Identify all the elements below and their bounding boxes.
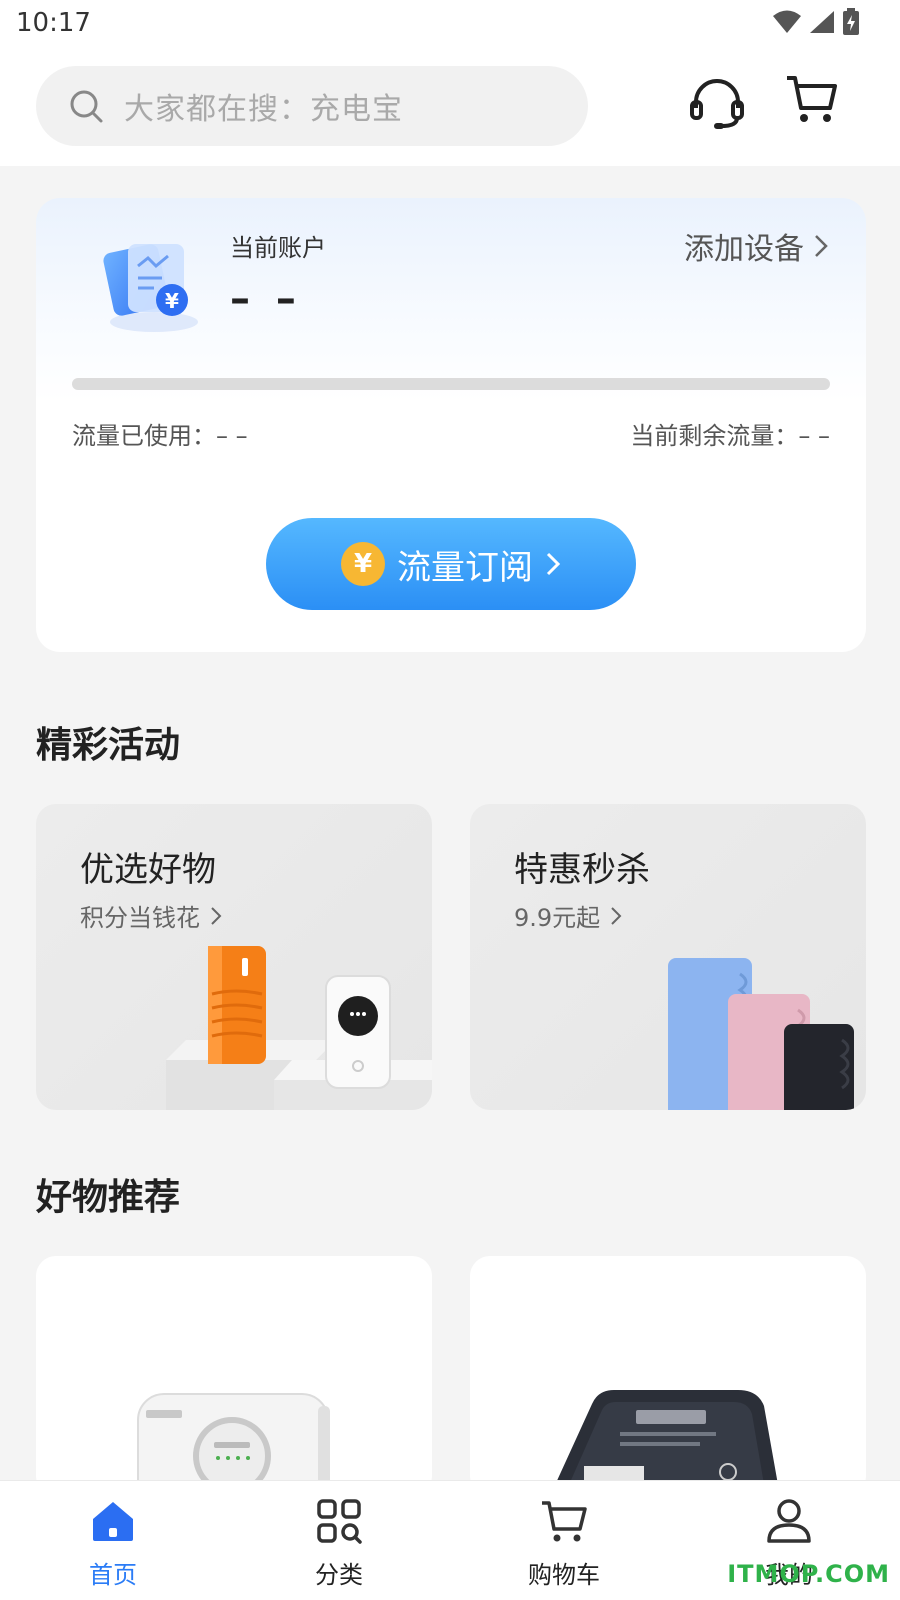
account-card: ¥ 当前账户 – – 添加设备 流量已使用：– – 当前剩余流量：– – ¥ 流… [36, 198, 866, 652]
product-card-power-bank[interactable] [470, 1256, 866, 1496]
status-icons [772, 8, 860, 36]
headset-icon[interactable] [688, 74, 746, 132]
promo-card-flash-sale[interactable]: 特惠秒杀 9.9元起 [470, 804, 866, 1110]
status-time: 10:17 [16, 8, 91, 38]
search-placeholder: 大家都在搜：充电宝 [124, 92, 403, 127]
activities-title: 精彩活动 [36, 725, 181, 766]
recommend-title: 好物推荐 [36, 1177, 181, 1218]
watermark: ITMOP.COM [727, 1560, 890, 1588]
power-bank-product-image [166, 946, 432, 1110]
nav-item-category[interactable]: 分类 [259, 1481, 419, 1600]
chevron-right-icon [546, 552, 561, 576]
signal-icon [810, 11, 834, 33]
cart-icon[interactable] [784, 72, 840, 128]
battery-icon [843, 8, 859, 35]
used-traffic-text: 流量已使用：– – [72, 422, 248, 450]
remaining-traffic-text: 当前剩余流量：– – [630, 422, 830, 450]
nav-item-cart[interactable]: 购物车 [484, 1481, 644, 1600]
usage-progress-bar [72, 378, 830, 390]
user-icon [767, 1499, 811, 1543]
account-label: 当前账户 [230, 234, 326, 262]
subscribe-label: 流量订阅 [397, 547, 533, 588]
nav-label-home: 首页 [89, 1561, 137, 1589]
nav-label-category: 分类 [315, 1561, 363, 1589]
nav-label-cart: 购物车 [528, 1561, 600, 1589]
category-icon [317, 1499, 362, 1544]
add-device-label: 添加设备 [684, 232, 804, 267]
black-power-bank-product-image [550, 1390, 780, 1496]
wifi-icon [773, 10, 801, 33]
search-bar[interactable]: 大家都在搜：充电宝 [36, 66, 588, 146]
nav-item-home[interactable]: 首页 [33, 1481, 193, 1600]
header: 大家都在搜：充电宝 [0, 52, 900, 166]
search-icon [70, 90, 103, 123]
app-screen: 10:17 大家都在搜：充电宝 ¥ 当前账户 – – 添加设备 流量已使用：– … [0, 0, 900, 1600]
add-device-link[interactable]: 添加设备 [684, 224, 828, 268]
power-bank-colors-image [668, 958, 854, 1110]
chevron-right-icon [815, 235, 828, 257]
status-bar: 10:17 [0, 0, 900, 52]
wallet-icon: ¥ [103, 244, 198, 332]
subscribe-button[interactable]: ¥ 流量订阅 [266, 518, 636, 610]
account-value: – – [230, 276, 302, 322]
cart-icon [542, 1501, 587, 1542]
svg-text:¥: ¥ [165, 289, 179, 313]
product-card-mifi[interactable] [36, 1256, 432, 1496]
promo-card-selected-goods[interactable]: 优选好物 积分当钱花 [36, 804, 432, 1110]
home-icon [93, 1502, 133, 1541]
yen-coin-icon: ¥ [341, 542, 385, 586]
portable-wifi-product-image [137, 1393, 330, 1496]
